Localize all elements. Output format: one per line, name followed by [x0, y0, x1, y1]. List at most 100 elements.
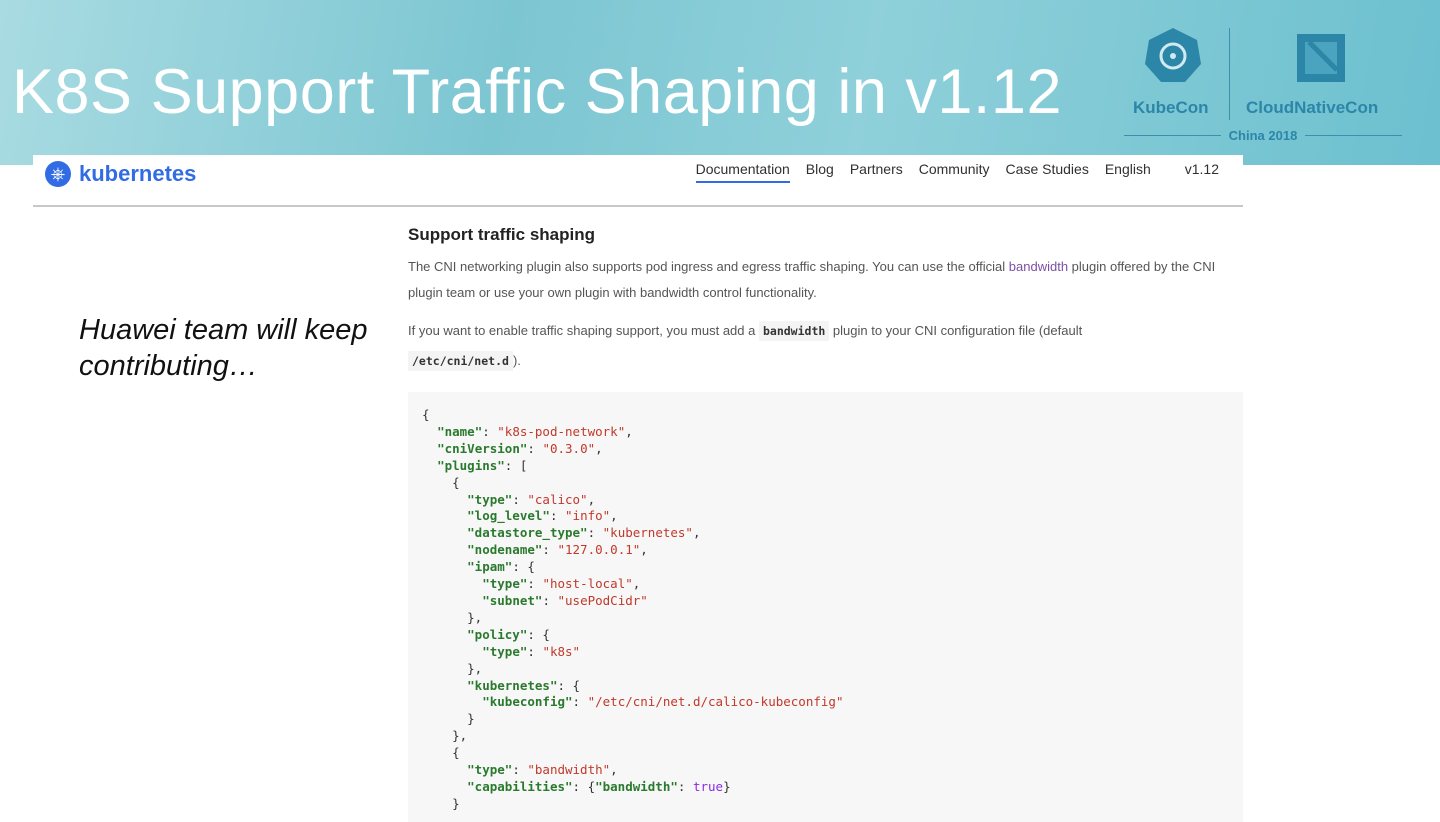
code-line: }: [422, 711, 1229, 728]
code-punct: ,: [587, 491, 596, 507]
nav-version[interactable]: v1.12: [1185, 161, 1219, 183]
docs-screenshot: ⎈ kubernetes Documentation Blog Partners …: [33, 155, 1243, 822]
code-punct: :: [677, 778, 693, 794]
bandwidth-link[interactable]: bandwidth: [1009, 259, 1068, 274]
code-punct: }: [723, 778, 731, 794]
paragraph-2: If you want to enable traffic shaping su…: [408, 316, 1248, 376]
code-key: "type": [482, 643, 528, 659]
code-key: "bandwidth": [595, 778, 678, 794]
code-punct: :: [542, 542, 558, 558]
code-string: "info": [565, 508, 611, 524]
nav-language[interactable]: English: [1105, 161, 1151, 183]
code-line: },: [422, 728, 1229, 745]
code-punct: }: [422, 795, 460, 811]
code-punct: [422, 492, 467, 507]
cloudnativecon-logo-icon: [1297, 34, 1345, 82]
event-label: China 2018: [1124, 127, 1402, 143]
code-punct: :: [482, 423, 498, 439]
kubernetes-logo[interactable]: ⎈ kubernetes: [45, 161, 196, 187]
nav-community[interactable]: Community: [919, 161, 990, 183]
code-punct: : {: [557, 677, 581, 693]
code-key: "name": [437, 423, 483, 439]
code-line: "type": "k8s": [422, 644, 1229, 661]
code-string: "k8s": [542, 643, 581, 659]
code-punct: },: [422, 660, 483, 676]
code-key: "cniVersion": [437, 440, 528, 456]
code-punct: :: [549, 508, 566, 524]
code-punct: :: [527, 440, 543, 456]
code-punct: :: [542, 592, 558, 608]
paragraph-1: The CNI networking plugin also supports …: [408, 254, 1248, 306]
code-line: "policy": {: [422, 627, 1229, 644]
logo-text: kubernetes: [79, 161, 197, 186]
text: plugin to your CNI configuration file (d…: [829, 323, 1083, 338]
code-punct: ,: [640, 542, 648, 558]
quote-line: Huawei team will keep: [79, 314, 368, 346]
code-line: "kubernetes": {: [422, 678, 1229, 695]
code-punct: [422, 694, 482, 709]
code-punct: {: [422, 407, 430, 422]
code-punct: :: [527, 643, 543, 659]
code-key: "capabilities": [467, 778, 573, 794]
code-punct: [422, 542, 467, 557]
top-nav: Documentation Blog Partners Community Ca…: [695, 161, 1219, 183]
code-line: "cniVersion": "0.3.0",: [422, 441, 1229, 458]
code-key: "nodename": [467, 542, 543, 558]
code-punct: [422, 762, 467, 777]
code-key: "ipam": [467, 559, 513, 575]
code-punct: {: [422, 745, 460, 761]
code-punct: : {: [512, 559, 535, 575]
code-punct: [422, 576, 482, 591]
code-punct: [422, 525, 467, 540]
code-punct: ,: [632, 576, 641, 592]
code-punct: ,: [595, 440, 603, 456]
code-line: "type": "calico",: [422, 492, 1229, 509]
code-line: "type": "host-local",: [422, 576, 1229, 593]
code-key: "kubeconfig": [482, 694, 573, 710]
code-line: },: [422, 610, 1229, 627]
code-string: "k8s-pod-network": [497, 423, 626, 439]
code-key: "type": [482, 576, 528, 592]
code-punct: [422, 779, 467, 794]
code-punct: [422, 424, 437, 439]
inline-code: bandwidth: [758, 321, 830, 341]
code-line: {: [422, 475, 1229, 492]
text: ).: [512, 353, 521, 368]
code-string: "calico": [527, 491, 588, 507]
code-key: "type": [467, 762, 513, 778]
nav-case-studies[interactable]: Case Studies: [1006, 161, 1089, 183]
code-punct: },: [422, 728, 468, 744]
code-line: "log_level": "info",: [422, 508, 1229, 525]
code-punct: [422, 644, 482, 659]
code-line: {: [422, 407, 1229, 424]
code-punct: {: [422, 474, 460, 490]
cloudnativecon-label: CloudNativeCon: [1246, 98, 1379, 117]
code-key: "type": [467, 491, 513, 507]
code-line: "ipam": {: [422, 559, 1229, 576]
event-text: China 2018: [1228, 127, 1298, 143]
code-line: "datastore_type": "kubernetes",: [422, 525, 1229, 542]
nav-divider: [33, 205, 1243, 207]
nav-partners[interactable]: Partners: [850, 161, 903, 183]
code-string: "bandwidth": [527, 762, 611, 778]
code-punct: ,: [625, 423, 633, 439]
code-punct: ,: [692, 525, 701, 541]
nav-blog[interactable]: Blog: [806, 161, 834, 183]
code-key: "kubernetes": [467, 677, 558, 693]
code-punct: :: [527, 576, 543, 592]
code-punct: [422, 593, 482, 608]
nav-documentation[interactable]: Documentation: [695, 161, 790, 183]
code-punct: : [: [504, 457, 528, 473]
code-punct: [422, 627, 467, 642]
code-punct: : {: [527, 626, 550, 642]
quote-line: contributing…: [79, 350, 258, 382]
code-key: "subnet": [482, 592, 543, 608]
section-heading: Support traffic shaping: [408, 225, 595, 244]
code-punct: :: [512, 491, 528, 507]
code-punct: ,: [610, 762, 618, 778]
code-line: "type": "bandwidth",: [422, 762, 1229, 779]
slide-quote: Huawei team will keep contributing…: [79, 312, 368, 384]
text: The CNI networking plugin also supports …: [408, 259, 1009, 274]
code-punct: [422, 559, 467, 574]
text: If you want to enable traffic shaping su…: [408, 323, 759, 338]
